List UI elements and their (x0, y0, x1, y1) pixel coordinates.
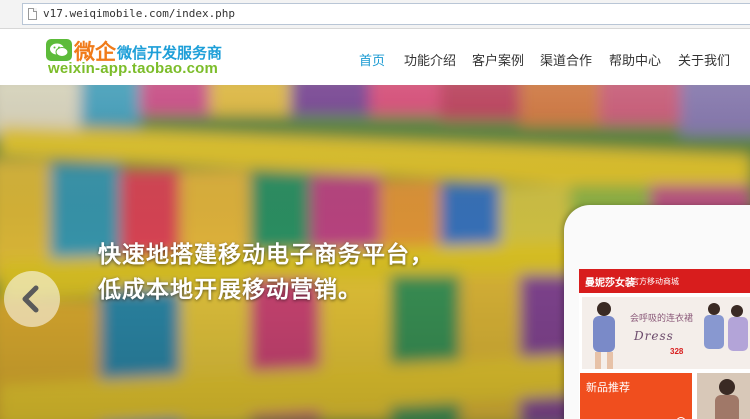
site-header: 微企 微信开发服务商 weixin-app.taobao.com 首页 功能介绍… (0, 29, 750, 85)
slider-prev-button[interactable] (4, 271, 60, 327)
nav-item-features[interactable]: 功能介绍 (404, 50, 456, 69)
url-text[interactable]: v17.weiqimobile.com/index.php (43, 7, 235, 20)
hero-slider: 快速地搭建移动电子商务平台， 低成本地开展移动营销。 曼妮莎女装 官方移动商城 (0, 85, 750, 419)
nav-item-channels[interactable]: 渠道合作 (540, 50, 592, 69)
new-products-label: 新品推荐 (586, 382, 630, 394)
hero-headline-line1: 快速地搭建移动电子商务平台， (98, 241, 434, 267)
nav-item-about[interactable]: 关于我们 (678, 50, 730, 69)
wechat-logo-icon (46, 39, 72, 61)
phone-screen: 曼妮莎女装 官方移动商城 会呼吸的连衣裙 Dress 328 新品推荐 (579, 269, 750, 419)
model-photo-image (697, 373, 750, 419)
hero-headline-line2: 低成本地开展移动营销。 (98, 276, 362, 302)
shop-header-bar: 曼妮莎女装 官方移动商城 (579, 269, 750, 293)
fashion-banner: 会呼吸的连衣裙 Dress 328 (582, 297, 750, 369)
chevron-left-icon (22, 285, 39, 313)
nav-item-help[interactable]: 帮助中心 (609, 50, 661, 69)
shop-subtitle: 官方移动商城 (631, 277, 679, 286)
nav-item-cases[interactable]: 客户案例 (472, 50, 524, 69)
shop-name: 曼妮莎女装 (585, 278, 635, 289)
nav-item-home[interactable]: 首页 (359, 50, 385, 69)
product-thumbnail[interactable] (697, 373, 750, 419)
banner-title: 会呼吸的连衣裙 (630, 314, 694, 324)
phone-mockup: 曼妮莎女装 官方移动商城 会呼吸的连衣裙 Dress 328 新品推荐 (564, 205, 750, 419)
browser-address-bar: v17.weiqimobile.com/index.php (0, 0, 750, 29)
new-products-tile[interactable]: 新品推荐 (580, 373, 692, 419)
banner-dress-word: Dress (634, 329, 674, 343)
brand-domain: weixin-app.taobao.com (48, 60, 219, 77)
url-field[interactable]: v17.weiqimobile.com/index.php (22, 3, 750, 25)
banner-price: 328 (670, 347, 684, 356)
page-icon (28, 8, 37, 20)
